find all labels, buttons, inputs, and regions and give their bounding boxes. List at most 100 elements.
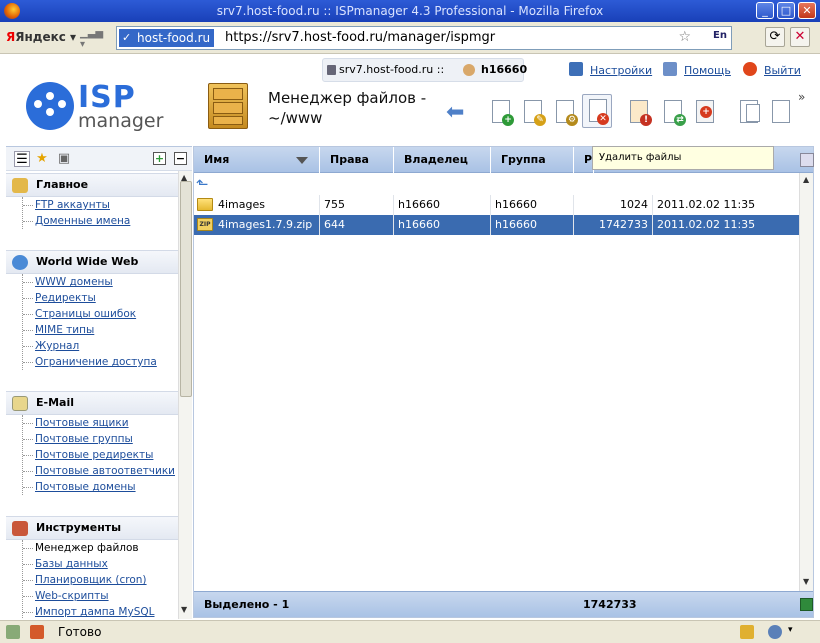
settings-link[interactable]: Настройки	[590, 64, 652, 77]
reload-button[interactable]: ⟳	[765, 27, 785, 47]
scroll-up-icon[interactable]: ▲	[803, 175, 809, 184]
zoom-icon[interactable]	[768, 625, 782, 639]
sidebar-item-mail-groups[interactable]: Почтовые группы	[23, 431, 178, 447]
ispmanager-logo[interactable]: ISP manager	[26, 80, 166, 132]
url-text[interactable]: https://srv7.host-food.ru/manager/ispmgr	[225, 29, 495, 47]
delete-files-icon[interactable]: ✕	[582, 94, 612, 128]
new-file-icon[interactable]: +	[488, 98, 514, 126]
column-size[interactable]: Ра	[574, 147, 600, 173]
sidebar-item-autoresponders[interactable]: Почтовые автоответчики	[23, 463, 178, 479]
back-arrow-icon[interactable]: ⬅	[446, 102, 472, 124]
maximize-button[interactable]: □	[777, 2, 795, 19]
browser-statusbar: Готово ▾	[0, 620, 820, 643]
help-icon[interactable]	[663, 62, 677, 76]
sort-arrow-icon[interactable]	[296, 157, 308, 164]
table-row-selected[interactable]: ZIP 4images1.7.9.zip 644 h16660 h16660 17…	[194, 215, 800, 235]
language-badge[interactable]: En	[713, 30, 727, 41]
logout-link[interactable]: Выйти	[764, 64, 801, 77]
sidebar-group-header[interactable]: World Wide Web	[6, 250, 178, 274]
column-group[interactable]: Группа	[491, 147, 574, 173]
zip-icon: ZIP	[197, 218, 213, 231]
sidebar-item-mysql-import[interactable]: Импорт дампа MySQL	[23, 604, 178, 619]
edit-icon[interactable]: ✎	[520, 98, 546, 126]
scroll-down-icon[interactable]: ▼	[181, 605, 187, 614]
column-permissions[interactable]: Права	[320, 147, 394, 173]
browser-navbar: ЯЯндекс ▾ ▁▃▅ ▾ host-food.ru https://srv…	[0, 22, 820, 54]
sidebar-item-mail-redirects[interactable]: Почтовые редиректы	[23, 447, 178, 463]
sidebar: ☰ ★ ▣ + − Главное FTP аккаунты Доменные …	[6, 146, 192, 619]
globe-icon	[12, 255, 28, 270]
briefcase-icon[interactable]: ▣	[56, 151, 72, 167]
column-settings-icon[interactable]	[800, 153, 814, 167]
sidebar-group-header[interactable]: E-Mail	[6, 391, 178, 415]
parent-folder-icon[interactable]: ⬑	[196, 175, 216, 193]
page-title: Менеджер файлов - ~/www	[268, 88, 426, 128]
lock-icon[interactable]	[740, 625, 754, 639]
addon-icon[interactable]	[6, 625, 20, 639]
sidebar-item-mail-domains[interactable]: Почтовые домены	[23, 479, 178, 495]
bookmark-star-icon[interactable]: ☆	[678, 29, 691, 45]
excel-export-icon[interactable]	[800, 598, 813, 611]
tools-icon	[12, 521, 28, 536]
sidebar-scrollbar[interactable]: ▲ ▼	[178, 171, 192, 619]
firebug-icon[interactable]	[30, 625, 44, 639]
window-title: srv7.host-food.ru :: ISPmanager 4.3 Prof…	[216, 4, 604, 18]
yandex-button[interactable]: ЯЯндекс ▾	[6, 30, 76, 44]
page-title-line2: ~/www	[268, 109, 323, 127]
logo-ball-icon	[26, 82, 74, 130]
table-scrollbar[interactable]: ▲ ▼	[799, 173, 813, 591]
column-name[interactable]: Имя	[194, 147, 320, 173]
sidebar-item-domains[interactable]: Доменные имена	[23, 213, 178, 229]
site-identity-button[interactable]: host-food.ru	[119, 29, 215, 47]
user-name: h16660	[481, 63, 528, 76]
sidebar-item-cron[interactable]: Планировщик (cron)	[23, 572, 178, 588]
minimize-button[interactable]: _	[756, 2, 774, 19]
sidebar-group-www: World Wide Web WWW домены Редиректы Стра…	[6, 250, 178, 370]
sidebar-item-ftp[interactable]: FTP аккаунты	[23, 197, 178, 213]
selected-size-sum: 1742733	[583, 598, 637, 611]
folder-icon	[197, 198, 213, 211]
sidebar-item-mime[interactable]: MIME типы	[23, 322, 178, 338]
signal-icon[interactable]: ▁▃▅ ▾	[80, 28, 104, 50]
archive-icon[interactable]: +	[692, 98, 718, 126]
power-icon[interactable]	[743, 62, 757, 76]
stop-button[interactable]: ✕	[790, 27, 810, 47]
list-view-icon[interactable]: ☰	[14, 151, 30, 167]
sidebar-group-email: E-Mail Почтовые ящики Почтовые группы По…	[6, 391, 178, 495]
sidebar-tools: ☰ ★ ▣ + −	[6, 147, 192, 171]
window-titlebar: srv7.host-food.ru :: ISPmanager 4.3 Prof…	[0, 0, 820, 22]
sidebar-item-log[interactable]: Журнал	[23, 338, 178, 354]
copy-move-icon[interactable]: ⇄	[660, 98, 686, 126]
sidebar-item-www-domains[interactable]: WWW домены	[23, 274, 178, 290]
help-link[interactable]: Помощь	[684, 64, 731, 77]
settings-icon[interactable]	[569, 62, 583, 76]
sidebar-item-file-manager[interactable]: Менеджер файлов	[23, 540, 178, 556]
sidebar-item-redirects[interactable]: Редиректы	[23, 290, 178, 306]
zoom-dropdown-icon[interactable]: ▾	[788, 625, 793, 635]
settings-doc-icon[interactable]: ⚙	[552, 98, 578, 126]
mail-icon	[12, 396, 28, 411]
sidebar-scroll-thumb[interactable]	[180, 181, 192, 397]
home-icon	[12, 178, 28, 193]
expand-all-button[interactable]: +	[153, 152, 166, 165]
sidebar-item-databases[interactable]: Базы данных	[23, 556, 178, 572]
paste-icon[interactable]	[768, 98, 794, 126]
collapse-all-button[interactable]: −	[174, 152, 187, 165]
url-bar[interactable]: host-food.ru https://srv7.host-food.ru/m…	[116, 26, 732, 50]
sidebar-group-header[interactable]: Главное	[6, 173, 178, 197]
yandex-label: Яндекс	[15, 30, 66, 44]
logo-manager-text: manager	[78, 110, 164, 132]
close-window-button[interactable]: ✕	[798, 2, 816, 19]
scroll-down-icon[interactable]: ▼	[803, 577, 809, 586]
table-row[interactable]: 4images 755 h16660 h16660 1024 2011.02.0…	[194, 195, 800, 215]
sidebar-item-mailboxes[interactable]: Почтовые ящики	[23, 415, 178, 431]
sidebar-group-header[interactable]: Инструменты	[6, 516, 178, 540]
copy-icon[interactable]	[738, 98, 764, 126]
column-owner[interactable]: Владелец	[394, 147, 491, 173]
toolbar-more-button[interactable]: »	[798, 90, 805, 104]
permissions-icon[interactable]: !	[626, 98, 652, 126]
sidebar-item-error-pages[interactable]: Страницы ошибок	[23, 306, 178, 322]
sidebar-item-web-scripts[interactable]: Web-скрипты	[23, 588, 178, 604]
sidebar-item-access[interactable]: Ограничение доступа	[23, 354, 178, 370]
favorites-star-icon[interactable]: ★	[34, 151, 50, 167]
